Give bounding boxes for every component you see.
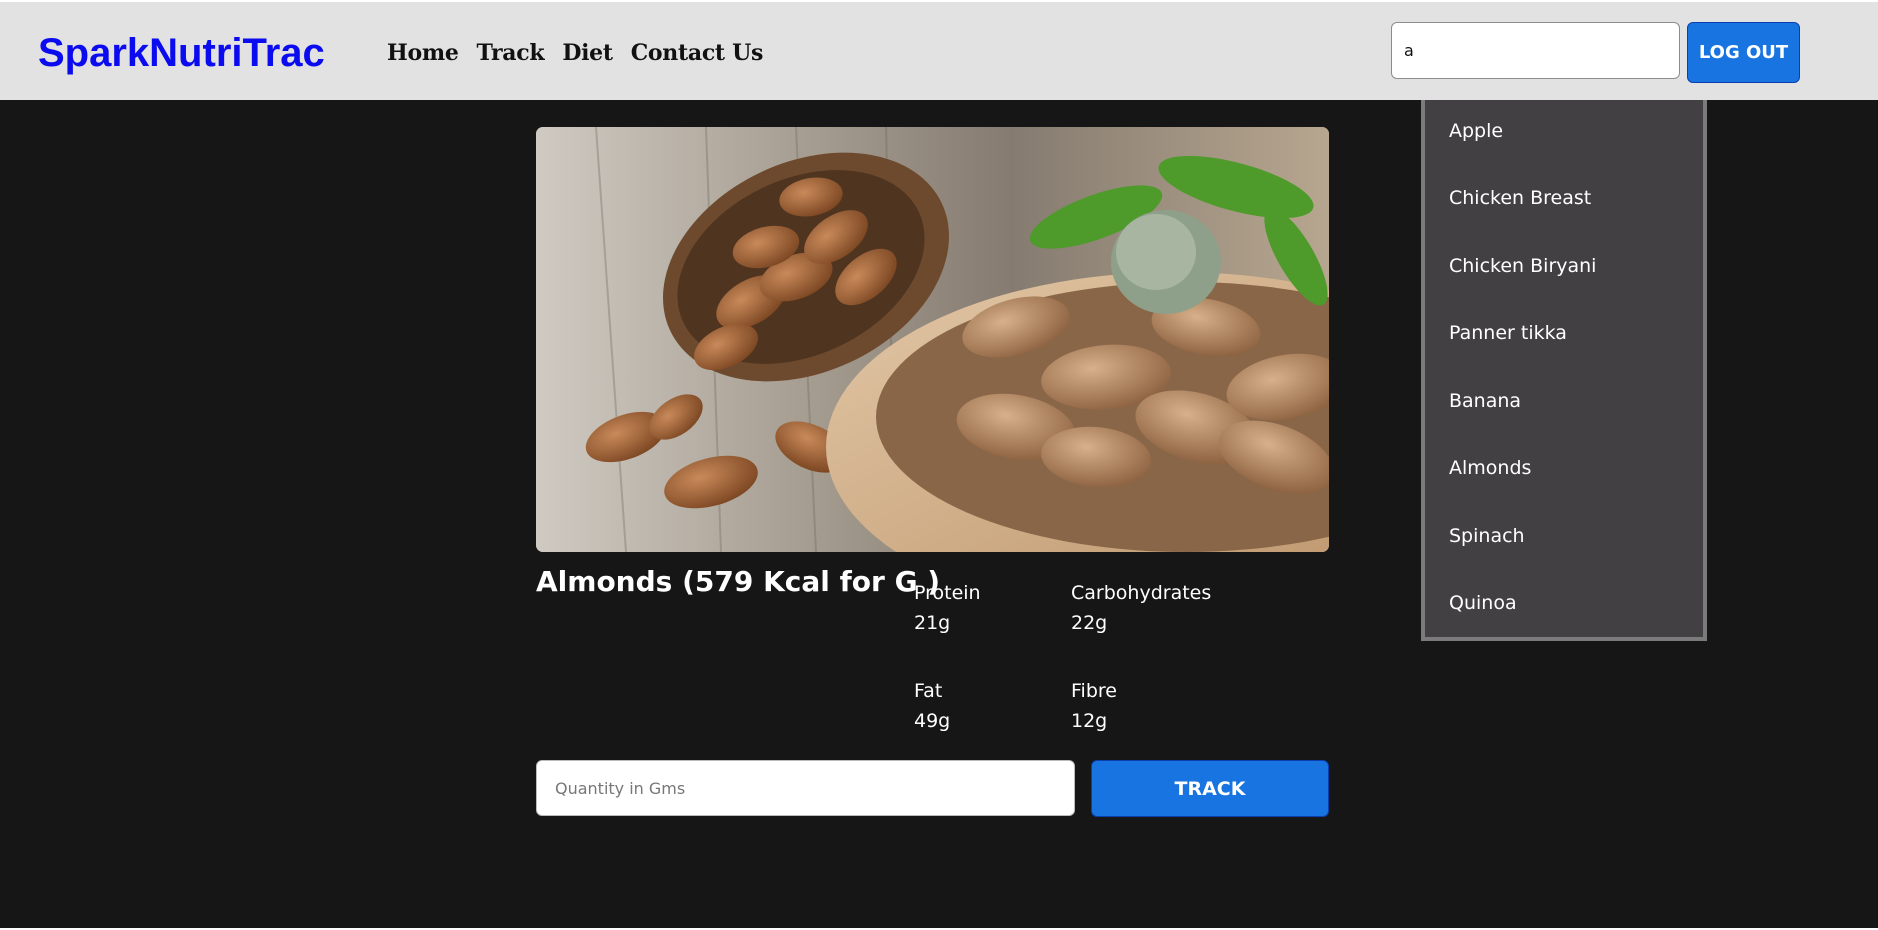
nutrient-fat: Fat 49g xyxy=(914,676,950,736)
food-image xyxy=(536,127,1329,552)
suggestion-item-almonds[interactable]: Almonds xyxy=(1449,453,1531,483)
nutrient-protein-label: Protein xyxy=(914,582,981,604)
food-title: Almonds (579 Kcal for G ) xyxy=(536,565,941,598)
nav-link-contact-us[interactable]: Contact Us xyxy=(631,36,764,70)
nav-link-home[interactable]: Home xyxy=(387,36,459,70)
brand-logo[interactable]: SparkNutriTrac xyxy=(38,28,325,78)
nutrient-fat-value: 49g xyxy=(914,710,951,732)
nutrient-carbohydrates-label: Carbohydrates xyxy=(1071,582,1212,604)
suggestion-item-chicken-breast[interactable]: Chicken Breast xyxy=(1449,183,1591,213)
search-input[interactable]: a xyxy=(1391,22,1680,79)
nutrient-protein-value: 21g xyxy=(914,612,951,634)
search-suggestions-dropdown: Apple Chicken Breast Chicken Biryani Pan… xyxy=(1421,100,1707,641)
nav-link-track[interactable]: Track xyxy=(477,36,545,70)
nutrient-protein: Protein 21g xyxy=(914,578,981,638)
nutrient-carbohydrates-value: 22g xyxy=(1071,612,1108,634)
nav-links: Home Track Diet Contact Us xyxy=(387,36,763,70)
nutrient-fibre-value: 12g xyxy=(1071,710,1108,732)
nutrient-carbohydrates: Carbohydrates 22g xyxy=(1071,578,1211,638)
nutrient-fibre: Fibre 12g xyxy=(1071,676,1117,736)
track-button[interactable]: TRACK xyxy=(1091,760,1329,817)
suggestion-item-panner-tikka[interactable]: Panner tikka xyxy=(1449,318,1567,348)
suggestion-item-spinach[interactable]: Spinach xyxy=(1449,521,1525,551)
suggestion-item-chicken-biryani[interactable]: Chicken Biryani xyxy=(1449,251,1596,281)
logout-button[interactable]: LOG OUT xyxy=(1687,22,1800,83)
navbar: SparkNutriTrac Home Track Diet Contact U… xyxy=(0,2,1878,100)
nav-link-diet[interactable]: Diet xyxy=(562,36,613,70)
suggestion-item-quinoa[interactable]: Quinoa xyxy=(1449,588,1517,618)
search-input-value: a xyxy=(1404,41,1414,60)
nutrient-fat-label: Fat xyxy=(914,680,943,702)
nutrient-fibre-label: Fibre xyxy=(1071,680,1117,702)
almonds-photo-illustration xyxy=(536,127,1329,552)
suggestion-item-banana[interactable]: Banana xyxy=(1449,386,1521,416)
quantity-input-placeholder: Quantity in Gms xyxy=(555,778,686,798)
suggestion-item-apple[interactable]: Apple xyxy=(1449,116,1503,146)
quantity-input[interactable]: Quantity in Gms xyxy=(536,760,1075,816)
